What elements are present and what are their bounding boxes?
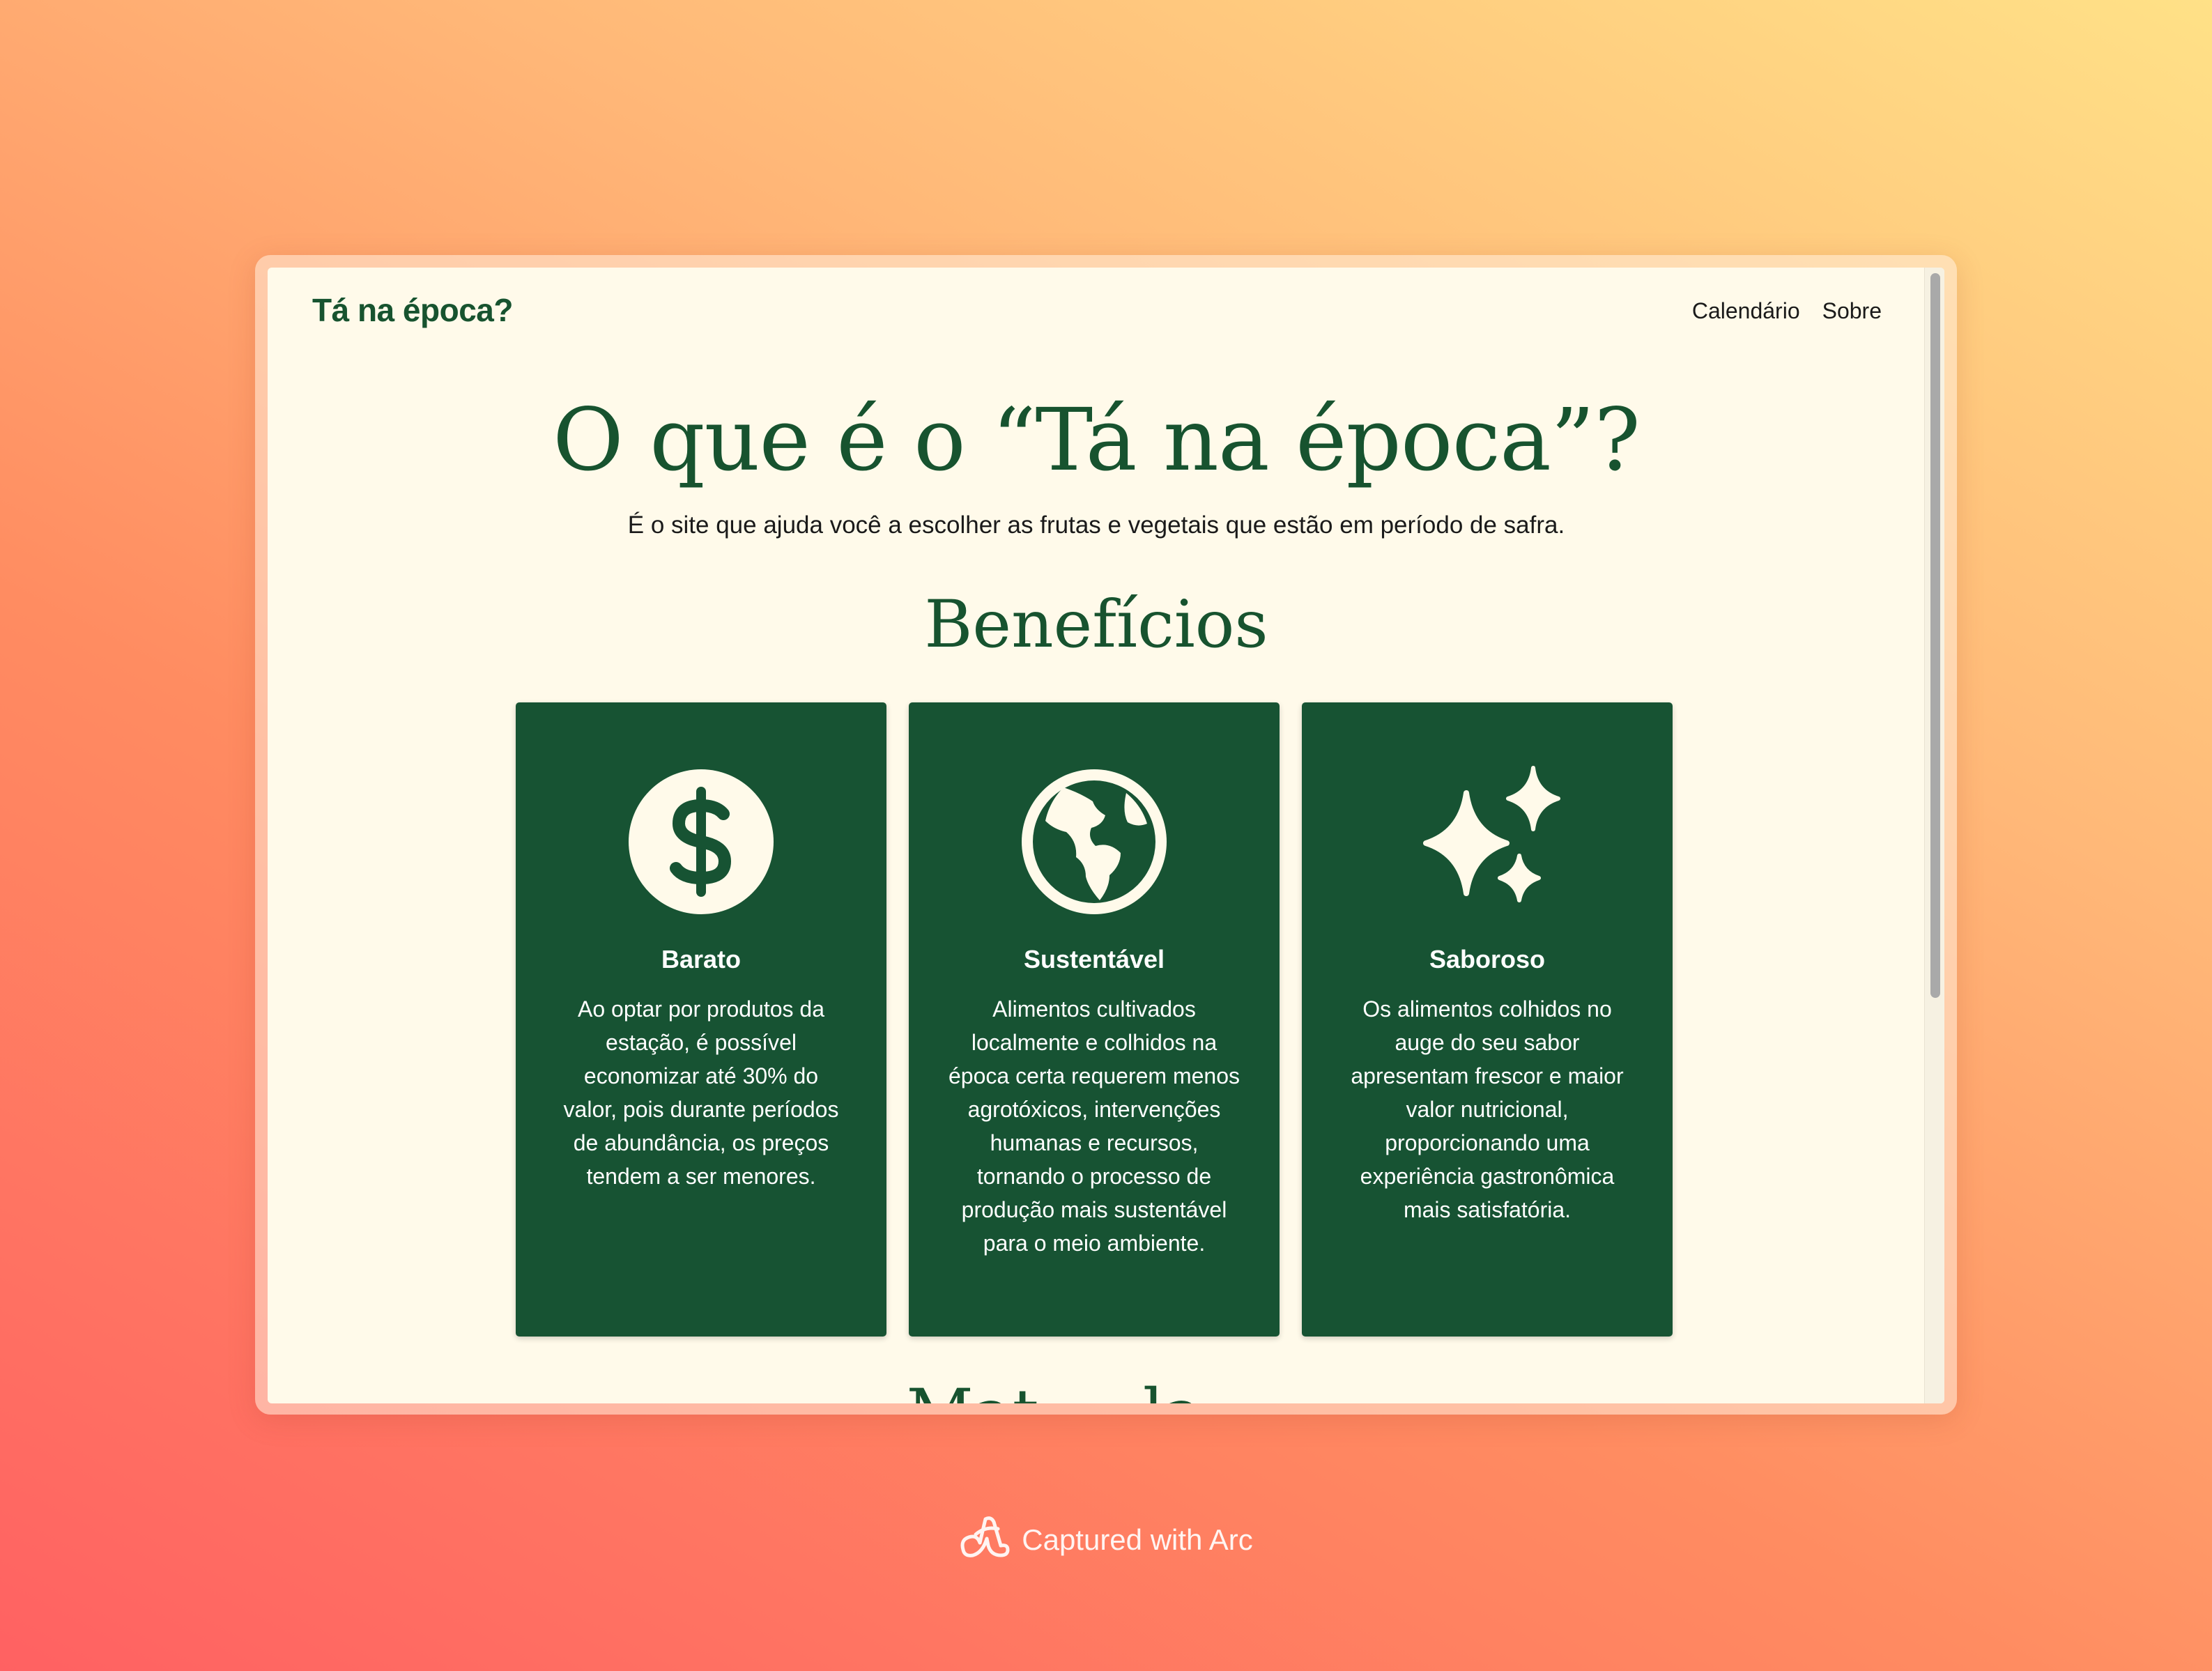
benefit-cards: Barato Ao optar por produtos da estação,… [516,702,1673,1337]
benefits-title: Benefícios [924,587,1268,663]
site-logo[interactable]: Tá na época? [312,291,513,329]
nav-link-calendario[interactable]: Calendário [1692,298,1800,324]
card-text: Os alimentos colhidos no auge do seu sab… [1351,996,1624,1222]
card-title: Saboroso [1429,945,1546,973]
scrollbar[interactable] [1924,268,1944,1403]
hero-subtitle: É o site que ajuda você a escolher as fr… [627,511,1565,539]
card-text: Alimentos cultivados localmente e colhid… [948,996,1240,1256]
card-title: Barato [661,945,742,973]
benefit-card-barato: Barato Ao optar por produtos da estação,… [516,702,886,1337]
globe-icon [1017,765,1171,918]
arc-capture-badge: Captured with Arc [0,1514,2212,1566]
benefit-card-sustentavel: Sustentável Alimentos cultivados localme… [909,702,1280,1337]
benefit-card-saboroso: Saboroso Os alimentos colhidos no auge d… [1302,702,1673,1337]
arc-logo-icon [959,1514,1011,1566]
scrollbar-thumb[interactable] [1930,273,1940,998]
next-section-heading: Mat ... la ... [268,1376,1925,1403]
arc-badge-text: Captured with Arc [1022,1523,1253,1556]
site-header: Tá na época? Calendário Sobre [268,268,1925,337]
nav-link-sobre[interactable]: Sobre [1822,298,1882,324]
sparkles-icon [1411,765,1564,918]
browser-viewport[interactable]: Tá na época? Calendário Sobre O que é o … [268,268,1944,1403]
dollar-icon [624,765,778,918]
card-text: Ao optar por produtos da estação, é poss… [563,996,839,1189]
card-title: Sustentável [1023,945,1165,973]
hero-title: O que é o “Tá na época”? [553,390,1641,491]
main-nav: Calendário Sobre [1692,298,1882,324]
